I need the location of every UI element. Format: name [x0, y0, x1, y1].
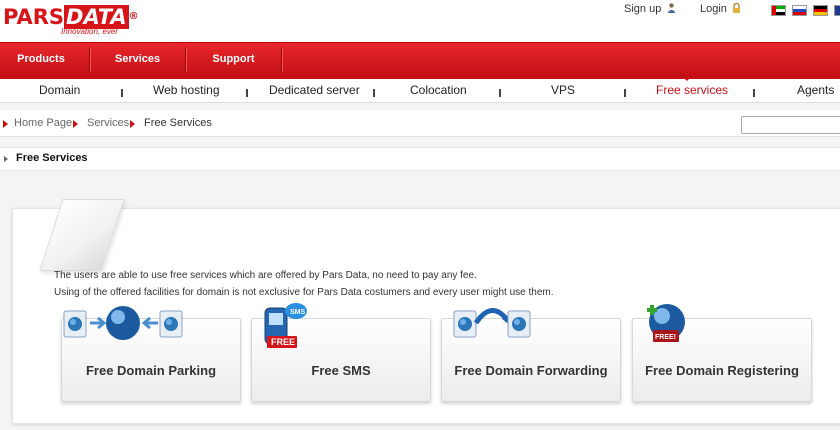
subnav-web-hosting[interactable]: Web hosting	[153, 83, 220, 97]
breadcrumb-services[interactable]: Services	[87, 117, 129, 129]
nav-products[interactable]: Products	[0, 43, 82, 76]
signup-link[interactable]: Sign up	[624, 3, 661, 15]
breadcrumb-arrow-icon	[73, 120, 78, 128]
nav-services[interactable]: Services	[90, 43, 185, 76]
domain-forwarding-icon	[453, 308, 531, 338]
subnav-agents[interactable]: Agents	[797, 83, 834, 97]
login-link[interactable]: Login	[700, 3, 727, 15]
page-curl-decoration	[39, 199, 125, 271]
russia-flag-icon[interactable]	[792, 5, 807, 16]
card-label: Free Domain Registering	[645, 363, 799, 378]
page-title: Free Services	[16, 152, 88, 164]
breadcrumb-arrow-icon	[130, 120, 135, 128]
subnav-free-services[interactable]: Free services	[656, 83, 728, 97]
domain-parking-icon	[63, 306, 183, 340]
subnav-colocation[interactable]: Colocation	[410, 83, 467, 97]
svg-text:FREE: FREE	[271, 337, 295, 347]
svg-text:FREE!: FREE!	[655, 334, 676, 341]
nav-support[interactable]: Support	[186, 43, 281, 76]
breadcrumb-current: Free Services	[144, 117, 212, 129]
logo-wordmark: PARSDATA ®	[3, 5, 139, 29]
subnav-domain[interactable]: Domain	[39, 83, 80, 97]
active-caret-icon	[682, 76, 692, 81]
breadcrumb-arrow-icon	[3, 120, 8, 128]
lock-icon	[733, 3, 740, 13]
intro-line-1: The users are able to use free services …	[54, 270, 477, 281]
logo[interactable]: PARSDATA ® Innovation, ever	[3, 5, 139, 36]
uae-flag-icon[interactable]	[771, 5, 786, 16]
subnav-vps[interactable]: VPS	[551, 83, 575, 97]
page-title-bar: Free Services	[0, 147, 840, 171]
sub-nav: Domain Web hosting Dedicated server Colo…	[0, 76, 840, 103]
uk-flag-icon[interactable]	[834, 5, 840, 16]
breadcrumb: Home Page Services Free Services	[0, 110, 840, 137]
breadcrumb-home[interactable]: Home Page	[14, 117, 72, 129]
intro-line-2: Using of the offered facilities for doma…	[54, 287, 554, 298]
search-input[interactable]	[741, 116, 840, 134]
subnav-dedicated-server[interactable]: Dedicated server	[269, 83, 360, 97]
top-bar: PARSDATA ® Innovation, ever Sign up Login	[0, 0, 840, 42]
logo-tagline: Innovation, ever	[61, 27, 118, 36]
germany-flag-icon[interactable]	[813, 5, 828, 16]
user-icon	[667, 3, 676, 13]
domain-registering-icon: FREE!	[647, 304, 685, 342]
card-label: Free SMS	[311, 363, 371, 378]
svg-text:SMS: SMS	[290, 309, 306, 316]
card-label: Free Domain Forwarding	[454, 363, 608, 378]
card-label: Free Domain Parking	[85, 363, 217, 378]
sms-phone-icon: SMS FREE	[264, 303, 307, 348]
title-bullet-icon	[4, 156, 8, 162]
main-nav: Products Services Support	[0, 42, 840, 76]
